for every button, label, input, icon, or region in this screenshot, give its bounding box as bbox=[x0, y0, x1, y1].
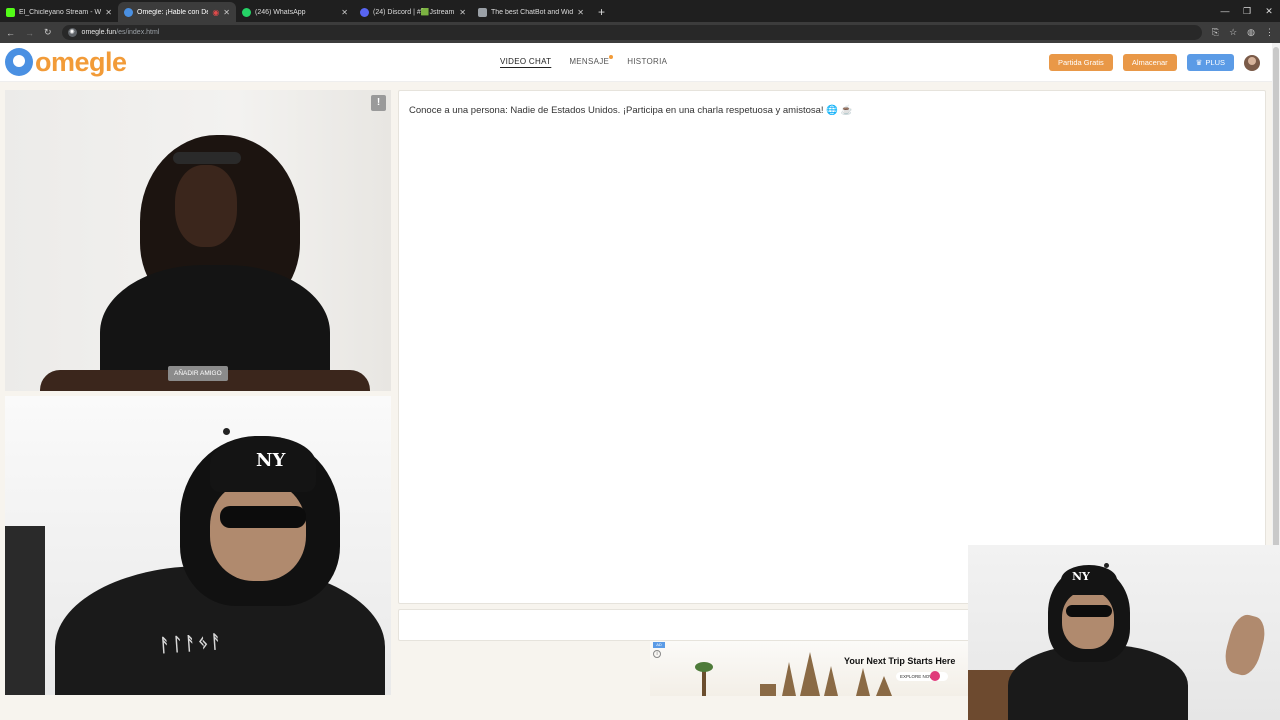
store-button[interactable]: Almacenar bbox=[1122, 54, 1177, 71]
browser-tab-active[interactable]: Omegle: ¡Hable con Descon ◉ ✕ bbox=[118, 2, 236, 22]
omegle-logo[interactable]: omegle bbox=[5, 48, 127, 76]
kick-favicon-icon bbox=[6, 7, 15, 17]
tab-title: (246) WhatsApp bbox=[255, 8, 306, 16]
header-actions: Partida Gratis Almacenar ♛ PLUS bbox=[1048, 54, 1260, 71]
ad-info-icon[interactable]: i bbox=[653, 650, 661, 658]
browser-tabstrip: El_Chicleyano Stream - Watch L ✕ Omegle:… bbox=[0, 0, 1280, 22]
profile-icon[interactable]: ◍ bbox=[1247, 27, 1255, 38]
tab-title: The best ChatBot and Widgets bbox=[491, 8, 574, 16]
user-avatar[interactable] bbox=[1244, 54, 1260, 71]
system-message: Conoce a una persona: Nadie de Estados U… bbox=[409, 105, 853, 116]
plus-button[interactable]: ♛ PLUS bbox=[1186, 54, 1234, 71]
webcam-sunglasses bbox=[1066, 605, 1112, 617]
minimize-icon[interactable]: — bbox=[1214, 6, 1236, 16]
webcam-ny-logo-icon: NY bbox=[1072, 570, 1090, 583]
tab-title: El_Chicleyano Stream - Watch L bbox=[19, 8, 101, 16]
streamer-webcam-overlay: NY bbox=[968, 545, 1280, 720]
temple-silhouette bbox=[824, 666, 838, 696]
free-match-button[interactable]: Partida Gratis bbox=[1048, 54, 1113, 71]
site-header: omegle VIDEO CHAT MENSAJE HISTORIA Parti… bbox=[0, 43, 1272, 82]
self-video: NY ᚨᛚᚨᛃᚨ bbox=[5, 396, 391, 695]
reload-icon[interactable]: ↻ bbox=[44, 27, 52, 38]
url-host: omegle.fun bbox=[81, 29, 117, 36]
site-info-icon[interactable]: ◉ bbox=[67, 28, 77, 37]
stranger-video: ! AÑADIR AMIGO bbox=[5, 90, 391, 391]
address-bar[interactable]: ◉ omegle.fun/es/index.html bbox=[61, 25, 1202, 40]
close-tab-icon[interactable]: ✕ bbox=[577, 8, 584, 17]
back-icon[interactable]: ← bbox=[6, 28, 15, 38]
webcam-hand bbox=[1220, 611, 1270, 679]
whatsapp-favicon-icon bbox=[242, 7, 251, 17]
url-path: /es/index.html bbox=[116, 29, 160, 36]
report-button[interactable]: ! bbox=[371, 95, 386, 111]
nav-messages[interactable]: MENSAJE bbox=[569, 55, 614, 66]
chat-log: Conoce a una persona: Nadie de Estados U… bbox=[398, 90, 1266, 604]
close-tab-icon[interactable]: ✕ bbox=[459, 8, 466, 17]
temple-silhouette bbox=[782, 662, 796, 696]
temple-silhouette bbox=[760, 684, 776, 696]
stranger-headband bbox=[173, 152, 241, 164]
close-tab-icon[interactable]: ✕ bbox=[341, 8, 348, 17]
tab-title: (24) Discord | #🟩Jstream | Ti bbox=[373, 9, 455, 16]
browser-tab[interactable]: The best ChatBot and Widgets ✕ bbox=[472, 2, 590, 22]
close-tab-icon[interactable]: ✕ bbox=[105, 8, 112, 17]
main-nav: VIDEO CHAT MENSAJE HISTORIA bbox=[500, 55, 667, 66]
nav-messages-label: MENSAJE bbox=[569, 57, 610, 66]
self-face bbox=[210, 481, 306, 581]
install-app-icon[interactable]: ⎘ bbox=[1212, 27, 1219, 38]
window-controls: — ❐ ✕ bbox=[1214, 0, 1280, 22]
chatbot-favicon-icon bbox=[478, 7, 487, 17]
menu-kebab-icon[interactable]: ⋮ bbox=[1265, 27, 1274, 38]
ad-banner[interactable]: AD i Your Next Trip Starts Here EXPLORE … bbox=[650, 641, 968, 696]
browser-toolbar: ← → ↻ ◉ omegle.fun/es/index.html ⎘ ☆ ◍ ⋮ bbox=[0, 22, 1280, 43]
logo-text: omegle bbox=[35, 47, 127, 77]
maximize-icon[interactable]: ❐ bbox=[1236, 6, 1258, 17]
recording-icon: ◉ bbox=[212, 7, 220, 17]
self-sunglasses bbox=[220, 506, 306, 528]
ad-title: Your Next Trip Starts Here bbox=[844, 656, 956, 666]
stranger-face bbox=[175, 165, 237, 247]
ny-logo-icon: NY bbox=[256, 450, 286, 471]
logo-bubble-icon bbox=[5, 48, 33, 76]
webcam-cursor-icon bbox=[1104, 563, 1109, 568]
crown-icon: ♛ bbox=[1195, 58, 1203, 67]
nav-history[interactable]: HISTORIA bbox=[627, 57, 667, 66]
add-friend-button[interactable]: AÑADIR AMIGO bbox=[168, 366, 228, 381]
browser-tab[interactable]: El_Chicleyano Stream - Watch L ✕ bbox=[0, 2, 118, 22]
browser-tab[interactable]: (246) WhatsApp ✕ bbox=[236, 2, 354, 22]
close-window-icon[interactable]: ✕ bbox=[1258, 6, 1280, 17]
temple-silhouette bbox=[856, 668, 870, 696]
close-tab-icon[interactable]: ✕ bbox=[223, 8, 230, 17]
discord-favicon-icon bbox=[360, 7, 369, 17]
ad-arrow-icon bbox=[930, 671, 940, 681]
gaming-chair bbox=[5, 526, 45, 695]
tab-title: Omegle: ¡Hable con Descon bbox=[137, 8, 209, 16]
notification-dot bbox=[609, 55, 614, 59]
forward-icon[interactable]: → bbox=[25, 28, 34, 38]
temple-silhouette bbox=[876, 676, 892, 696]
mouse-cursor-icon bbox=[223, 428, 230, 435]
temple-silhouette bbox=[800, 652, 820, 696]
palm-tree-icon bbox=[695, 662, 713, 696]
webcam-face bbox=[1062, 591, 1114, 649]
omegle-favicon-icon bbox=[124, 7, 133, 17]
bookmark-star-icon[interactable]: ☆ bbox=[1229, 27, 1237, 38]
nav-video-chat[interactable]: VIDEO CHAT bbox=[500, 57, 551, 66]
plus-label: PLUS bbox=[1205, 58, 1225, 67]
browser-tab[interactable]: (24) Discord | #🟩Jstream | Ti ✕ bbox=[354, 2, 472, 22]
new-tab-button[interactable]: + bbox=[590, 5, 613, 22]
ad-tag: AD bbox=[653, 642, 665, 648]
